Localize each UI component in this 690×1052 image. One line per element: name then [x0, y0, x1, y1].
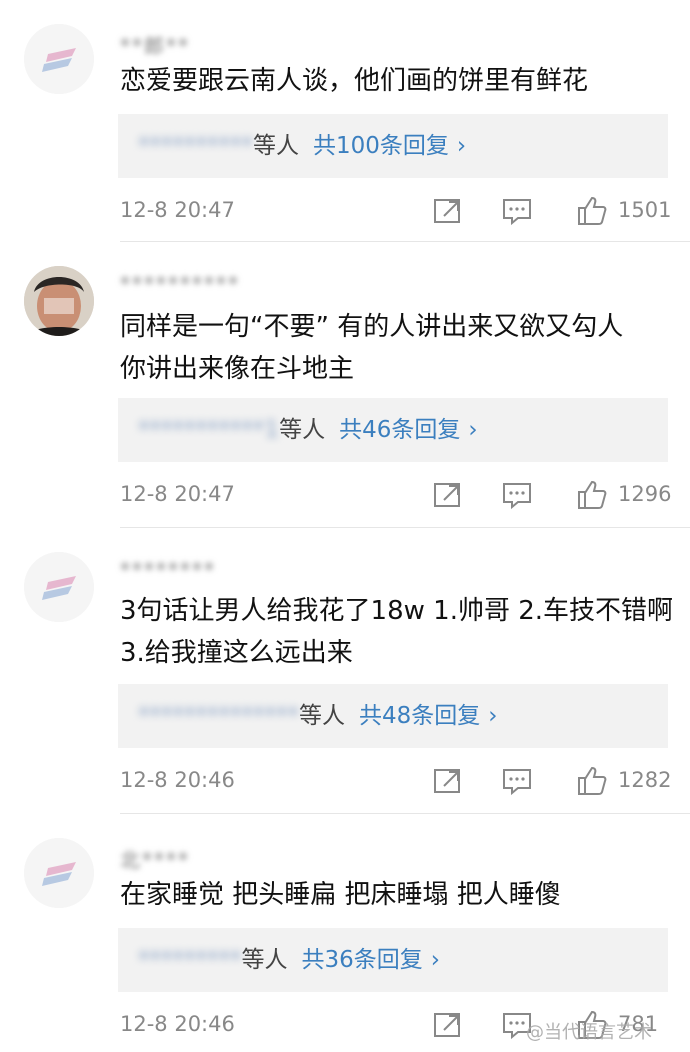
comment-item: **郎** 恋爱要跟云南人谈，他们画的饼里有鲜花 **********等人 共10… — [0, 0, 690, 242]
timestamp: 12-8 20:46 — [120, 768, 235, 792]
comment-item: 北**** 在家睡觉 把头睡扁 把床睡塌 把人睡傻 *********等人 共36… — [0, 814, 690, 1052]
share-icon[interactable] — [430, 1008, 464, 1042]
reply-users-suffix: 等人 — [253, 133, 299, 159]
reply-user-names: ************** — [138, 703, 299, 729]
replies-preview[interactable]: **********等人 共100条回复 › — [118, 114, 668, 178]
reply-user-names: ********* — [138, 947, 242, 973]
user-avatar[interactable] — [24, 24, 94, 94]
comment-icon[interactable] — [500, 478, 534, 512]
user-avatar[interactable] — [24, 838, 94, 908]
reply-user-names: ***********1 — [138, 417, 280, 443]
timestamp: 12-8 20:47 — [120, 198, 235, 222]
user-avatar[interactable] — [24, 552, 94, 622]
like-count: 1296 — [618, 482, 672, 506]
thumbs-up-icon[interactable] — [575, 478, 609, 512]
reply-count-link[interactable]: 共36条回复 — [302, 947, 423, 973]
avatar-photo-icon — [24, 266, 94, 336]
share-icon[interactable] — [430, 478, 464, 512]
comment-text: 3句话让男人给我花了18w 1.帅哥 2.车技不错啊 3.给我撞这么远出来 — [120, 596, 674, 668]
user-avatar[interactable] — [24, 266, 94, 336]
timestamp: 12-8 20:47 — [120, 482, 235, 506]
reply-count-link[interactable]: 共46条回复 — [339, 417, 460, 443]
avatar-logo-icon — [24, 24, 94, 94]
comment-item: ******** 3句话让男人给我花了18w 1.帅哥 2.车技不错啊 3.给我… — [0, 528, 690, 814]
comment-item: ********** 同样是一句“不要” 有的人讲出来又欲又勾人 你讲出来像在斗… — [0, 242, 690, 528]
chevron-right-icon: › — [456, 133, 467, 159]
replies-preview[interactable]: *********等人 共36条回复 › — [118, 928, 668, 992]
chevron-right-icon: › — [488, 703, 498, 729]
like-count: 1501 — [618, 198, 672, 222]
share-icon[interactable] — [430, 764, 464, 798]
avatar-logo-icon — [24, 838, 94, 908]
username[interactable]: ********** — [120, 272, 240, 296]
reply-users-suffix: 等人 — [299, 703, 345, 729]
comment-meta: 12-8 20:47 1501 — [120, 192, 680, 232]
like-count: 1282 — [618, 768, 672, 792]
chevron-right-icon: › — [430, 947, 440, 973]
timestamp: 12-8 20:46 — [120, 1012, 235, 1036]
reply-count-link[interactable]: 共100条回复 — [313, 133, 449, 159]
username[interactable]: ******** — [120, 558, 216, 582]
avatar-logo-icon — [24, 552, 94, 622]
comment-text: 同样是一句“不要” 有的人讲出来又欲又勾人 你讲出来像在斗地主 — [120, 312, 624, 384]
share-icon[interactable] — [430, 194, 464, 228]
reply-users-suffix: 等人 — [241, 947, 288, 973]
watermark-text: @当代语言艺术 — [526, 1022, 652, 1043]
comment-text: 在家睡觉 把头睡扁 把床睡塌 把人睡傻 — [120, 880, 561, 910]
comment-icon[interactable] — [500, 194, 534, 228]
thumbs-up-icon[interactable] — [575, 764, 609, 798]
comment-meta: 12-8 20:47 1296 — [120, 476, 680, 516]
replies-preview[interactable]: **************等人 共48条回复 › — [118, 684, 668, 748]
reply-count-link[interactable]: 共48条回复 — [359, 703, 480, 729]
username[interactable]: 北**** — [120, 844, 190, 872]
username[interactable]: **郎** — [120, 30, 190, 58]
reply-users-suffix: 等人 — [279, 417, 326, 443]
comment-icon[interactable] — [500, 764, 534, 798]
comment-text: 恋爱要跟云南人谈，他们画的饼里有鲜花 — [120, 66, 589, 96]
replies-preview[interactable]: ***********1等人 共46条回复 › — [118, 398, 668, 462]
reply-user-names: ********** — [138, 133, 253, 159]
thumbs-up-icon[interactable] — [575, 194, 609, 228]
chevron-right-icon: › — [468, 417, 478, 443]
comment-meta: 12-8 20:46 1282 — [120, 762, 680, 802]
